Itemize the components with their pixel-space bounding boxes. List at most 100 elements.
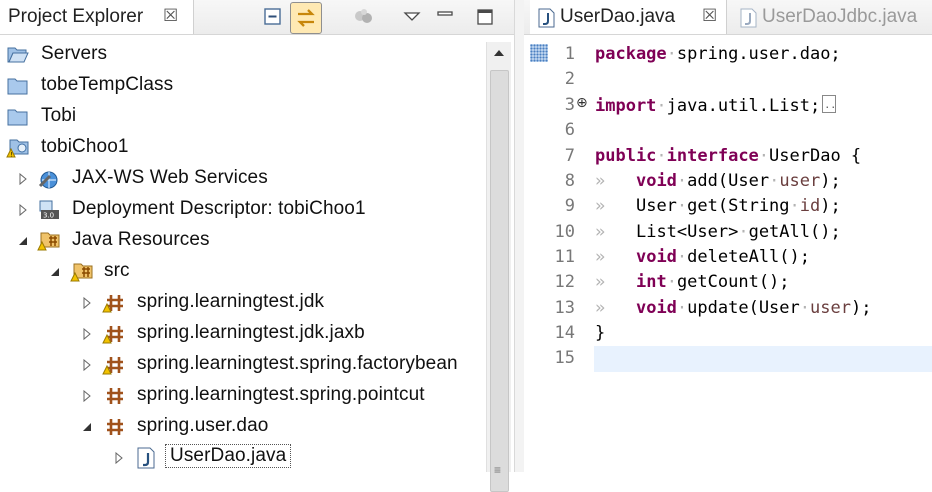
code-line[interactable]: import·java.util.List;..: [595, 95, 836, 116]
tab-label: UserDaoJdbc.java: [762, 6, 918, 27]
folder-icon: [6, 106, 30, 128]
package-warning-icon: [102, 354, 126, 376]
expand-arrow-icon[interactable]: [80, 389, 94, 403]
explorer-scrollbar[interactable]: ≡: [486, 42, 511, 492]
code-line[interactable]: public·interface·UserDao {: [595, 146, 861, 166]
grip-icon: ≡: [494, 463, 502, 477]
tree-item-label: UserDao.java: [165, 444, 292, 468]
project-explorer-title: Project Explorer: [8, 6, 144, 27]
collapse-all-icon[interactable]: [260, 4, 286, 30]
tree-item-package[interactable]: spring.user.dao: [0, 412, 486, 443]
svg-text:!: !: [10, 151, 12, 158]
svg-text:3.0: 3.0: [43, 212, 54, 220]
tree-item-label: spring.user.dao: [137, 415, 269, 436]
code-line[interactable]: » List<User>·getAll();: [595, 222, 841, 242]
web-services-icon: [37, 168, 61, 190]
web-project-icon: !: [6, 137, 30, 159]
fold-expand-icon[interactable]: ⊕: [576, 95, 588, 111]
close-icon[interactable]: ☒: [702, 6, 717, 26]
expand-arrow-icon[interactable]: [80, 327, 94, 341]
project-tree: Servers tobeTempClass Tobi ! tobiChoo1 J…: [0, 40, 486, 472]
tree-item-label: Deployment Descriptor: tobiChoo1: [72, 198, 366, 219]
java-file-icon: [538, 8, 556, 28]
tree-item-label: spring.learningtest.spring.factorybean: [137, 353, 458, 374]
line-number: 12: [554, 272, 575, 292]
expand-arrow-icon[interactable]: [16, 203, 30, 217]
current-line-highlight: [594, 346, 932, 372]
line-number: 14: [554, 323, 575, 343]
tree-item-tobichoo1[interactable]: ! tobiChoo1: [0, 133, 486, 164]
tree-item-label: spring.learningtest.spring.pointcut: [137, 384, 425, 405]
tree-item-package[interactable]: spring.learningtest.spring.pointcut: [0, 381, 486, 412]
expand-arrow-icon[interactable]: [112, 451, 126, 465]
tree-item-label: spring.learningtest.jdk.jaxb: [137, 322, 365, 343]
folder-open-icon: [6, 44, 30, 66]
java-file-icon: [740, 8, 758, 28]
tree-item-tobetempclass[interactable]: tobeTempClass: [0, 71, 486, 102]
scrollbar-thumb[interactable]: ≡: [490, 70, 509, 492]
tree-item-label: Tobi: [41, 105, 77, 126]
tree-item-package[interactable]: spring.learningtest.jdk: [0, 288, 486, 319]
view-menu-icon[interactable]: [399, 4, 425, 30]
deployment-descriptor-icon: 3.0: [37, 199, 61, 221]
line-number: 9: [564, 196, 575, 216]
line-number: 10: [554, 222, 575, 242]
collapse-arrow-icon[interactable]: [16, 234, 30, 248]
collapse-arrow-icon[interactable]: [80, 420, 94, 434]
tree-item-label: tobeTempClass: [41, 74, 174, 95]
tree-item-java-resources[interactable]: Java Resources: [0, 226, 486, 257]
tree-item-label: tobiChoo1: [41, 136, 129, 157]
tree-item-src[interactable]: src: [0, 257, 486, 288]
focus-icon[interactable]: [351, 4, 377, 30]
tree-item-package[interactable]: spring.learningtest.jdk.jaxb: [0, 319, 486, 350]
tree-item-label: Java Resources: [72, 229, 210, 250]
code-line[interactable]: » int·getCount();: [595, 272, 790, 292]
collapsed-region-icon[interactable]: ..: [822, 95, 836, 113]
line-number: 7: [564, 146, 575, 166]
line-number: 2: [564, 69, 575, 89]
line-number: 1: [564, 44, 575, 64]
code-line[interactable]: » void·update(User·user);: [595, 298, 871, 318]
tab-userdaojdbc-java[interactable]: UserDaoJdbc.java: [734, 0, 932, 34]
tree-item-deployment-descriptor[interactable]: 3.0 Deployment Descriptor: tobiChoo1: [0, 195, 486, 226]
tree-item-label: Servers: [41, 43, 108, 64]
package-warning-icon: [102, 323, 126, 345]
line-number: 15: [554, 348, 575, 368]
code-line[interactable]: » void·add(User·user);: [595, 171, 841, 191]
collapse-arrow-icon[interactable]: [48, 265, 62, 279]
line-number: 13: [554, 298, 575, 318]
scroll-up-arrow-icon[interactable]: [487, 42, 511, 64]
maximize-icon[interactable]: [472, 4, 498, 30]
line-number: 6: [564, 120, 575, 140]
code-line[interactable]: » User·get(String·id);: [595, 196, 841, 216]
line-number: 3: [564, 95, 575, 115]
link-with-editor-icon[interactable]: [290, 2, 322, 34]
editor-tab-bar: UserDao.java ☒ UserDaoJdbc.java: [524, 0, 932, 35]
project-explorer-view: Project Explorer ☒ Servers tobeTempClass…: [0, 0, 514, 492]
expand-arrow-icon[interactable]: [80, 358, 94, 372]
expand-arrow-icon[interactable]: [16, 172, 30, 186]
tree-item-servers[interactable]: Servers: [0, 40, 486, 71]
tree-item-tobi[interactable]: Tobi: [0, 102, 486, 133]
tab-project-explorer[interactable]: Project Explorer ☒: [0, 0, 194, 34]
tree-item-package[interactable]: spring.learningtest.spring.factorybean: [0, 350, 486, 381]
tree-item-label: spring.learningtest.jdk: [137, 291, 325, 312]
java-resources-icon: [37, 230, 61, 252]
source-folder-icon: [70, 261, 94, 283]
close-icon[interactable]: ☒: [163, 6, 178, 26]
package-icon: [102, 385, 126, 407]
tab-userdao-java[interactable]: UserDao.java ☒: [530, 0, 727, 34]
tree-item-jax-ws[interactable]: JAX-WS Web Services: [0, 164, 486, 195]
package-icon: [102, 416, 126, 438]
code-line[interactable]: package·spring.user.dao;: [595, 44, 841, 64]
code-line[interactable]: }: [595, 323, 605, 343]
java-file-icon: [134, 447, 158, 469]
tree-item-userdao-java[interactable]: UserDao.java: [0, 443, 486, 474]
tab-label: UserDao.java: [560, 6, 676, 27]
tree-item-label: src: [104, 260, 130, 281]
line-number: 11: [554, 247, 575, 267]
folder-icon: [6, 75, 30, 97]
code-line[interactable]: » void·deleteAll();: [595, 247, 810, 267]
minimize-icon[interactable]: [432, 4, 458, 30]
expand-arrow-icon[interactable]: [80, 296, 94, 310]
